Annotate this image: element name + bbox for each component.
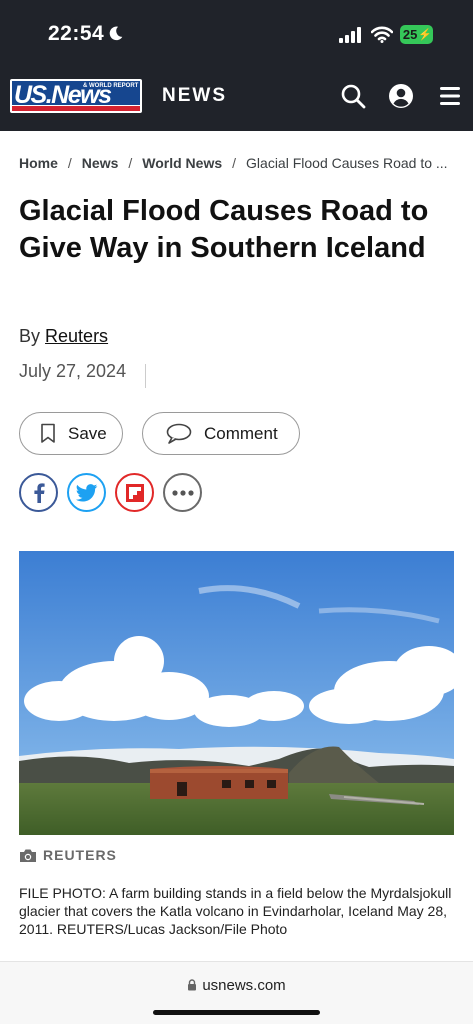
moon-icon <box>109 26 123 41</box>
battery-icon: 25 ⚡ <box>400 25 433 44</box>
more-icon <box>171 489 194 496</box>
article-headline: Glacial Flood Causes Road to Give Way in… <box>19 195 429 264</box>
twitter-icon <box>75 483 97 502</box>
logo-subtext: & WORLD REPORT <box>83 83 139 89</box>
save-label: Save <box>68 423 107 443</box>
comment-icon <box>166 423 192 444</box>
author-link[interactable]: Reuters <box>45 326 108 346</box>
photo-credit: REUTERS <box>19 847 117 863</box>
search-icon[interactable] <box>340 83 366 109</box>
photo-caption: FILE PHOTO: A farm building stands in a … <box>19 885 452 937</box>
photo-credit-text: REUTERS <box>43 847 117 863</box>
comment-button[interactable]: Comment <box>142 412 300 455</box>
save-button[interactable]: Save <box>19 412 123 455</box>
url-display[interactable]: usnews.com <box>0 977 473 994</box>
breadcrumb-home[interactable]: Home <box>19 155 58 171</box>
facebook-share-button[interactable] <box>19 473 58 512</box>
lock-icon <box>188 979 197 991</box>
signal-icon <box>339 27 361 43</box>
home-indicator[interactable] <box>153 1010 320 1015</box>
photo-image <box>19 551 454 835</box>
breadcrumb-current: Glacial Flood Causes Road to ... <box>246 155 448 171</box>
facebook-icon <box>33 482 45 503</box>
flipboard-share-button[interactable] <box>115 473 154 512</box>
browser-url-bar[interactable]: usnews.com <box>0 961 473 1024</box>
more-share-button[interactable] <box>163 473 202 512</box>
breadcrumb: Home / News / World News / Glacial Flood Cause… <box>19 155 448 171</box>
publish-date: July 27, 2024 <box>19 361 127 381</box>
status-bar: 22:54 25 ⚡ <box>0 0 473 62</box>
flipboard-icon <box>125 483 144 502</box>
wifi-icon <box>371 26 393 43</box>
site-logo[interactable]: US.News & WORLD REPORT <box>10 79 142 113</box>
twitter-share-button[interactable] <box>67 473 106 512</box>
breadcrumb-news[interactable]: News <box>82 155 119 171</box>
divider <box>145 364 146 388</box>
battery-level: 25 <box>402 27 418 42</box>
article-photo[interactable] <box>19 551 454 835</box>
byline-prefix: By <box>19 326 41 346</box>
url-text: usnews.com <box>202 977 286 994</box>
comment-label: Comment <box>204 423 278 443</box>
section-label[interactable]: NEWS <box>162 85 227 107</box>
breadcrumb-world-news[interactable]: World News <box>142 155 222 171</box>
camera-icon <box>20 849 36 862</box>
status-time: 22:54 <box>48 22 105 45</box>
site-header: US.News & WORLD REPORT NEWS <box>0 62 473 131</box>
account-icon[interactable] <box>388 83 414 109</box>
bookmark-icon <box>41 423 55 443</box>
menu-icon[interactable] <box>437 83 463 109</box>
byline: By Reuters <box>19 326 108 347</box>
